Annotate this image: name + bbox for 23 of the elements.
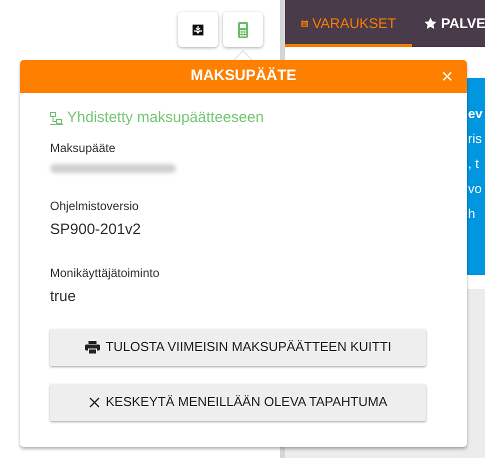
close-icon <box>88 396 100 408</box>
field-label: Ohjelmistoversio <box>50 198 140 214</box>
notice-text: , t <box>468 155 480 173</box>
printer-icon <box>84 340 100 354</box>
notice-text: ris <box>468 130 483 148</box>
cancel-transaction-button[interactable]: KESKEYTÄ MENEILLÄÄN OLEVA TAPAHTUMA <box>50 384 426 420</box>
connection-status: Yhdistetty maksupäätteeseen <box>67 108 264 128</box>
print-receipt-button[interactable]: TULOSTA VIIMEISIN MAKSUPÄÄTTEEN KUITTI <box>50 328 426 366</box>
drawer-button[interactable] <box>178 12 218 47</box>
notice-text: ev <box>468 105 484 123</box>
network-icon <box>50 112 63 125</box>
star-icon <box>424 17 437 30</box>
dialog-title: MAKSUPÄÄTE <box>190 66 296 86</box>
tab[interactable]: PALVE <box>412 0 485 47</box>
field-value: SP900-201v2 <box>50 220 142 240</box>
card-terminal-icon <box>237 20 249 38</box>
notice-text: h <box>468 205 476 223</box>
field-value: true <box>50 286 77 306</box>
notice-text: vo <box>468 180 483 198</box>
tray-icon <box>191 22 205 36</box>
field-label: Monikäyttäjätoiminto <box>50 264 160 280</box>
field-label: Maksupääte <box>50 140 116 156</box>
calendar-icon <box>301 17 308 30</box>
